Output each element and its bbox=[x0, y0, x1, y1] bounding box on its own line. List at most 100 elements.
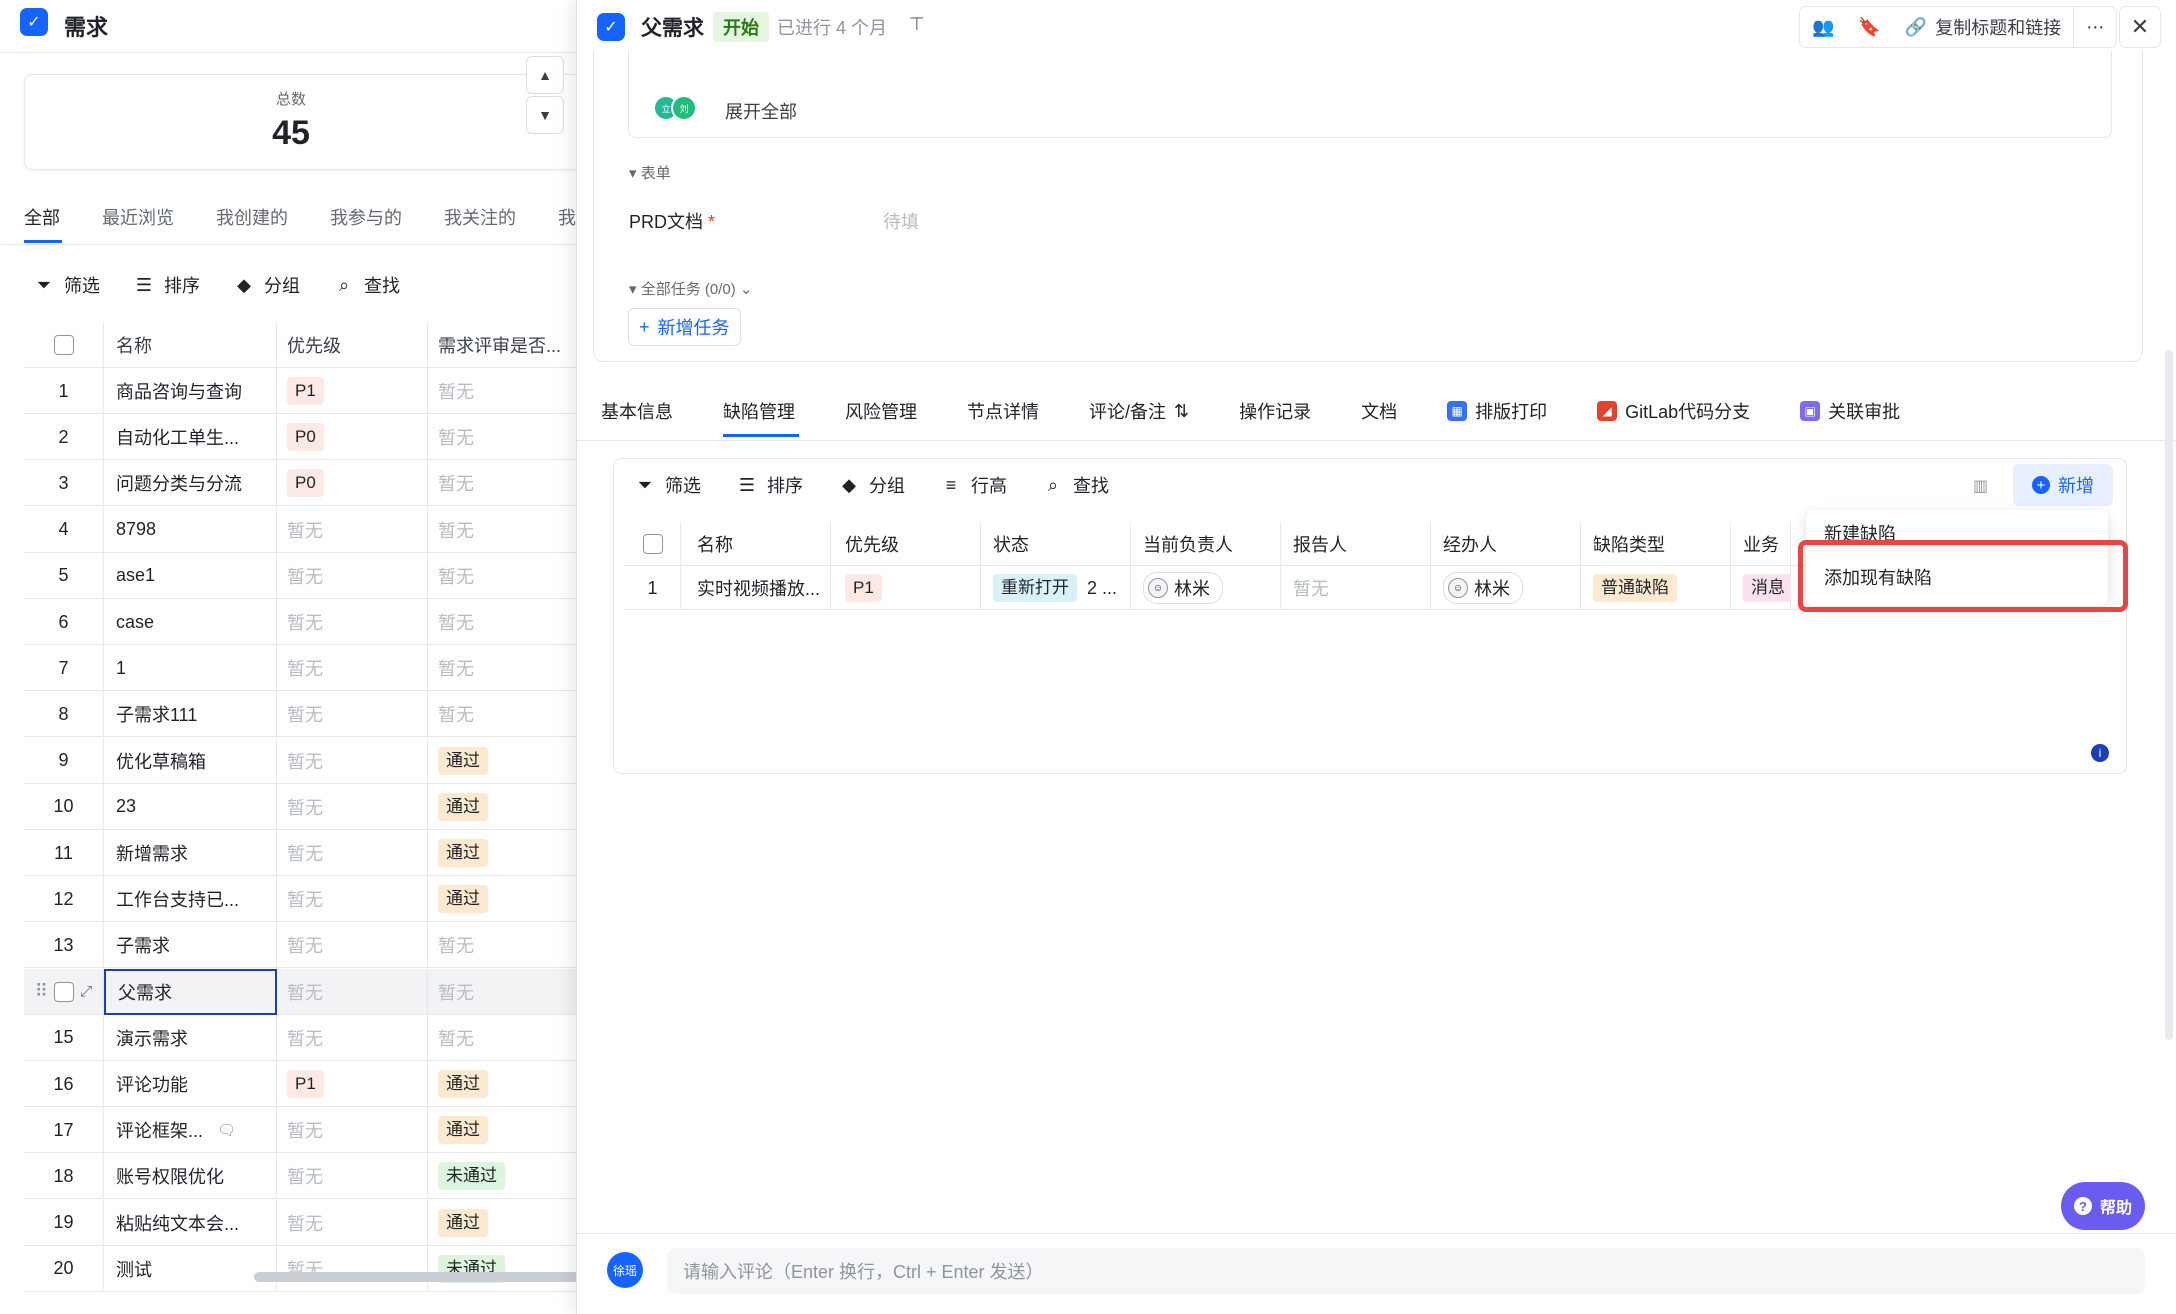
info-icon[interactable]: i bbox=[2091, 744, 2109, 762]
name-cell[interactable]: case bbox=[104, 599, 277, 645]
row-checkbox[interactable] bbox=[54, 981, 75, 1002]
name-cell[interactable]: 评论功能 bbox=[104, 1061, 277, 1107]
name-cell[interactable]: 自动化工单生... bbox=[104, 414, 277, 461]
tab-favorites[interactable]: 我收 bbox=[558, 204, 576, 230]
tasks-section-toggle[interactable]: ▾ 全部任务 (0/0) ⌄ bbox=[629, 278, 752, 299]
find-button[interactable]: ⌕ 查找 bbox=[1043, 472, 1109, 498]
name-cell[interactable]: 评论框架... 🗨 bbox=[104, 1107, 277, 1154]
name-cell[interactable]: ase1 bbox=[104, 552, 277, 599]
table-row[interactable]: 17 评论框架... 🗨 暂无 通过 bbox=[24, 1107, 576, 1154]
select-all-checkbox[interactable] bbox=[642, 534, 663, 554]
tab-all[interactable]: 全部 bbox=[24, 204, 60, 230]
table-row[interactable]: 5 ase1 暂无 暂无 bbox=[24, 552, 576, 599]
name-cell[interactable]: 问题分类与分流 bbox=[104, 460, 277, 507]
col-business[interactable]: 业务 bbox=[1731, 522, 1791, 566]
name-cell[interactable]: 子需求 bbox=[104, 922, 277, 969]
table-row[interactable]: 16 评论功能 P1 通过 bbox=[24, 1061, 576, 1107]
close-icon[interactable]: ✕ bbox=[2119, 6, 2161, 48]
name-cell[interactable]: 8798 bbox=[104, 506, 277, 553]
tab-comments[interactable]: 评论/备注 ⇅ bbox=[1089, 398, 1189, 424]
expand-icon[interactable]: ⤢ bbox=[80, 983, 92, 1000]
table-row[interactable]: 13 子需求 暂无 暂无 bbox=[24, 922, 576, 969]
name-cell[interactable]: 优化草稿箱 bbox=[104, 737, 277, 784]
name-cell[interactable]: 工作台支持已... bbox=[104, 876, 277, 923]
tab-gitlab[interactable]: ◢ GitLab代码分支 bbox=[1597, 398, 1750, 424]
status-badge[interactable]: 开始 bbox=[713, 12, 769, 42]
table-row[interactable]: 11 新增需求 暂无 通过 bbox=[24, 830, 576, 876]
sort-button[interactable]: ☰ 排序 bbox=[737, 472, 803, 498]
scroll-down-button[interactable]: ▼ bbox=[526, 96, 564, 134]
tab-defects[interactable]: 缺陷管理 bbox=[723, 398, 795, 424]
col-reporter[interactable]: 报告人 bbox=[1281, 522, 1431, 566]
help-button[interactable]: ? 帮助 bbox=[2061, 1182, 2145, 1230]
bookmark-icon[interactable]: 🔖 bbox=[1846, 7, 1892, 47]
form-section-toggle[interactable]: ▾ 表单 bbox=[629, 162, 671, 183]
select-all-checkbox[interactable] bbox=[53, 335, 74, 355]
add-defect-button[interactable]: + 新增 bbox=[2013, 464, 2113, 506]
tab-participated[interactable]: 我参与的 bbox=[330, 204, 402, 230]
tab-print[interactable]: ▦ 排版打印 bbox=[1447, 398, 1547, 424]
name-cell[interactable]: 账号权限优化 bbox=[104, 1153, 277, 1200]
group-button[interactable]: ◆ 分组 bbox=[234, 272, 300, 298]
table-row[interactable]: 3 问题分类与分流 P0 暂无 bbox=[24, 460, 576, 507]
user-chip[interactable]: ☺ 林米 bbox=[1443, 572, 1523, 604]
table-row[interactable]: 18 账号权限优化 暂无 未通过 bbox=[24, 1153, 576, 1200]
tab-docs[interactable]: 文档 bbox=[1361, 398, 1397, 424]
pin-icon[interactable]: ⊤ bbox=[909, 14, 925, 35]
col-review[interactable]: 需求评审是否... bbox=[428, 322, 576, 368]
column-settings-icon[interactable]: ▥ bbox=[1973, 476, 1988, 496]
col-handler[interactable]: 经办人 bbox=[1431, 522, 1581, 566]
name-cell[interactable]: 商品咨询与查询 bbox=[104, 368, 277, 414]
defect-name[interactable]: 实时视频播放... bbox=[681, 566, 831, 610]
col-status[interactable]: 状态 bbox=[981, 522, 1131, 566]
tab-created[interactable]: 我创建的 bbox=[216, 204, 288, 230]
row-height-button[interactable]: ≡ 行高 bbox=[941, 472, 1007, 498]
col-name[interactable]: 名称 bbox=[681, 522, 831, 566]
name-cell[interactable]: 1 bbox=[104, 645, 277, 692]
table-row[interactable]: 20 测试 暂无 未通过 bbox=[24, 1245, 576, 1292]
comment-icon[interactable]: 🗨 bbox=[217, 1121, 236, 1139]
horizontal-scrollbar[interactable] bbox=[254, 1272, 576, 1282]
new-task-button[interactable]: + 新增任务 bbox=[628, 308, 741, 346]
col-priority[interactable]: 优先级 bbox=[831, 522, 981, 566]
name-cell[interactable]: 演示需求 bbox=[104, 1014, 277, 1061]
table-row[interactable]: 12 工作台支持已... 暂无 通过 bbox=[24, 876, 576, 923]
comment-input[interactable]: 请输入评论（Enter 换行，Ctrl + Enter 发送） bbox=[667, 1248, 2145, 1294]
name-cell[interactable]: 粘贴纯文本会... bbox=[104, 1199, 277, 1246]
drag-handle-icon[interactable]: ⠿ bbox=[35, 981, 48, 1002]
name-cell[interactable]: 子需求111 bbox=[104, 691, 277, 738]
table-row[interactable]: 4 8798 暂无 暂无 bbox=[24, 506, 576, 553]
prd-field-input[interactable]: 待填 bbox=[883, 208, 919, 234]
more-icon[interactable]: ⋯ bbox=[2073, 7, 2116, 47]
col-type[interactable]: 缺陷类型 bbox=[1581, 522, 1731, 566]
col-name[interactable]: 名称 bbox=[104, 322, 277, 368]
col-owner[interactable]: 当前负责人 bbox=[1131, 522, 1281, 566]
sort-button[interactable]: ☰ 排序 bbox=[134, 272, 200, 298]
table-row[interactable]: 15 演示需求 暂无 暂无 bbox=[24, 1014, 576, 1061]
tab-nodes[interactable]: 节点详情 bbox=[967, 398, 1039, 424]
members-icon[interactable]: 👥 bbox=[1800, 7, 1846, 47]
name-cell[interactable]: 测试 bbox=[104, 1245, 277, 1292]
scroll-up-button[interactable]: ▲ bbox=[526, 56, 564, 94]
tab-recent[interactable]: 最近浏览 bbox=[102, 204, 174, 230]
table-row[interactable]: 10 23 暂无 通过 bbox=[24, 783, 576, 830]
col-priority[interactable]: 优先级 bbox=[277, 322, 428, 368]
copy-link-button[interactable]: 🔗 复制标题和链接 bbox=[1893, 7, 2073, 47]
tab-approval[interactable]: ▣ 关联审批 bbox=[1800, 398, 1900, 424]
name-cell[interactable]: 23 bbox=[104, 783, 277, 830]
table-row[interactable]: 2 自动化工单生... P0 暂无 bbox=[24, 414, 576, 461]
filter-button[interactable]: ⏷ 筛选 bbox=[635, 472, 701, 498]
filter-button[interactable]: ⏷ 筛选 bbox=[34, 272, 100, 298]
tab-basic-info[interactable]: 基本信息 bbox=[601, 398, 673, 424]
table-row[interactable]: 8 子需求111 暂无 暂无 bbox=[24, 691, 576, 738]
user-chip[interactable]: ☺ 林米 bbox=[1143, 572, 1223, 604]
table-row[interactable]: 7 1 暂无 暂无 bbox=[24, 645, 576, 692]
tab-followed[interactable]: 我关注的 bbox=[444, 204, 516, 230]
table-row[interactable]: 19 粘贴纯文本会... 暂无 通过 bbox=[24, 1199, 576, 1246]
find-button[interactable]: ⌕ 查找 bbox=[334, 272, 400, 298]
table-row[interactable]: 1 商品咨询与查询 P1 暂无 bbox=[24, 368, 576, 414]
vertical-scrollbar[interactable] bbox=[2165, 350, 2173, 1040]
table-row[interactable]: ⠿ ⤢ 父需求 暂无 暂无 bbox=[24, 968, 576, 1015]
group-button[interactable]: ◆ 分组 bbox=[839, 472, 905, 498]
name-cell[interactable]: 新增需求 bbox=[104, 830, 277, 876]
